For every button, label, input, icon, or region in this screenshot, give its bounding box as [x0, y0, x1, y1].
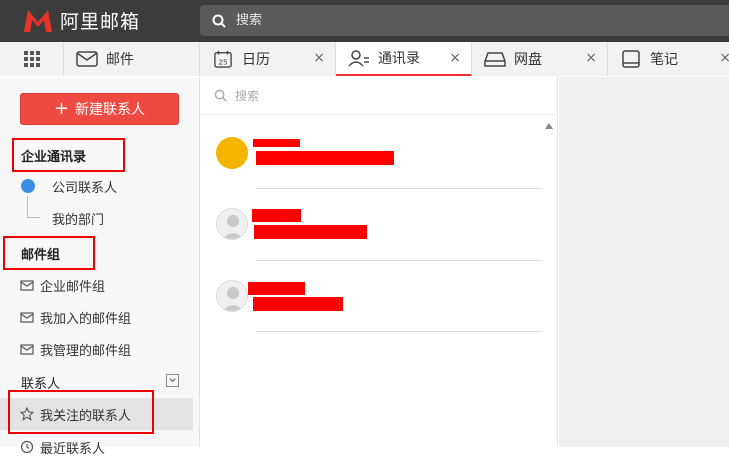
sidebar-item-label: 我的部门 — [52, 212, 105, 228]
top-bar: 阿里邮箱 — [0, 0, 729, 42]
logo-m-icon — [24, 9, 52, 32]
redacted-name — [248, 282, 305, 295]
list-item[interactable] — [200, 117, 543, 189]
app-title: 阿里邮箱 — [60, 11, 141, 33]
tab-label: 邮件 — [106, 52, 134, 68]
drive-icon — [484, 52, 506, 67]
scroll-up-arrow-icon[interactable] — [545, 123, 553, 129]
sidebar-item-enterprise-groups[interactable]: 企业邮件组 — [0, 270, 193, 300]
clock-icon — [20, 440, 34, 454]
contact-list-panel — [200, 77, 558, 447]
tab-label: 笔记 — [650, 52, 678, 68]
avatar — [216, 137, 248, 169]
group-mail-icon — [20, 280, 34, 291]
group-mail-icon — [20, 312, 34, 323]
redacted-email — [256, 151, 394, 165]
notes-icon — [622, 50, 640, 68]
sidebar-item-managed-groups[interactable]: 我管理的邮件组 — [0, 334, 193, 364]
contact-search[interactable] — [200, 77, 558, 115]
sidebar: + 新建联系人 企业通讯录 公司联系人 我的部门 邮件组 企业邮件组 我加入的邮… — [0, 77, 200, 457]
app-logo[interactable]: 阿里邮箱 — [22, 7, 140, 34]
search-icon — [212, 14, 226, 28]
sidebar-item-label: 我加入的邮件组 — [40, 311, 132, 327]
sidebar-item-label: 公司联系人 — [52, 180, 118, 196]
redacted-email — [254, 225, 367, 239]
tab-label: 通讯录 — [378, 51, 420, 67]
contact-detail-pane — [559, 77, 729, 447]
tab-mail[interactable]: 邮件 — [64, 42, 200, 76]
tab-notes[interactable]: 笔记 × — [608, 42, 729, 76]
default-avatar-icon — [222, 287, 244, 311]
redacted-name — [252, 209, 301, 222]
collapse-toggle[interactable] — [166, 374, 179, 387]
close-icon[interactable]: × — [585, 50, 597, 66]
highlight-box — [8, 390, 154, 434]
avatar — [216, 280, 248, 312]
sidebar-item-company-contacts[interactable]: 公司联系人 — [0, 171, 193, 201]
sidebar-item-label: 企业邮件组 — [40, 279, 106, 295]
contact-search-input[interactable] — [235, 88, 515, 103]
sidebar-item-label: 最近联系人 — [40, 441, 106, 457]
tab-calendar[interactable]: 25 日历 × — [200, 42, 336, 76]
tab-drive[interactable]: 网盘 × — [472, 42, 608, 76]
contacts-icon — [348, 50, 369, 67]
chevron-down-icon — [169, 378, 176, 383]
sidebar-item-recent-contacts[interactable]: 最近联系人 — [0, 432, 193, 462]
sidebar-item-joined-groups[interactable]: 我加入的邮件组 — [0, 302, 193, 332]
calendar-icon: 25 — [214, 50, 232, 68]
close-icon[interactable]: × — [449, 50, 461, 66]
global-search-input[interactable] — [236, 13, 716, 28]
plus-icon: + — [53, 98, 70, 119]
grid-icon — [23, 51, 40, 67]
list-item[interactable] — [200, 261, 543, 333]
svg-text:25: 25 — [218, 57, 227, 66]
global-search[interactable] — [200, 5, 729, 36]
tab-contacts[interactable]: 通讯录 × — [336, 42, 472, 76]
divider — [256, 331, 542, 332]
highlight-box — [3, 236, 95, 270]
sidebar-item-label: 我管理的邮件组 — [40, 343, 132, 359]
default-avatar-icon — [222, 215, 244, 239]
redacted-email — [253, 297, 343, 311]
redacted-name — [253, 139, 300, 147]
mail-icon — [76, 51, 98, 67]
search-icon — [214, 89, 227, 102]
group-mail-icon — [20, 344, 34, 355]
new-contact-label: 新建联系人 — [75, 102, 146, 118]
tab-bar: 邮件 25 日历 × 通讯录 × 网盘 × 笔记 × — [0, 42, 729, 76]
highlight-box — [12, 138, 125, 172]
new-contact-button[interactable]: + 新建联系人 — [20, 93, 179, 125]
avatar — [216, 208, 248, 240]
close-icon[interactable]: × — [313, 50, 325, 66]
close-icon[interactable]: × — [719, 50, 729, 66]
tab-label: 网盘 — [514, 52, 542, 68]
apps-grid-button[interactable] — [0, 42, 64, 76]
tab-label: 日历 — [242, 52, 270, 68]
list-item[interactable] — [200, 189, 543, 261]
sidebar-item-my-department[interactable]: 我的部门 — [0, 203, 193, 233]
